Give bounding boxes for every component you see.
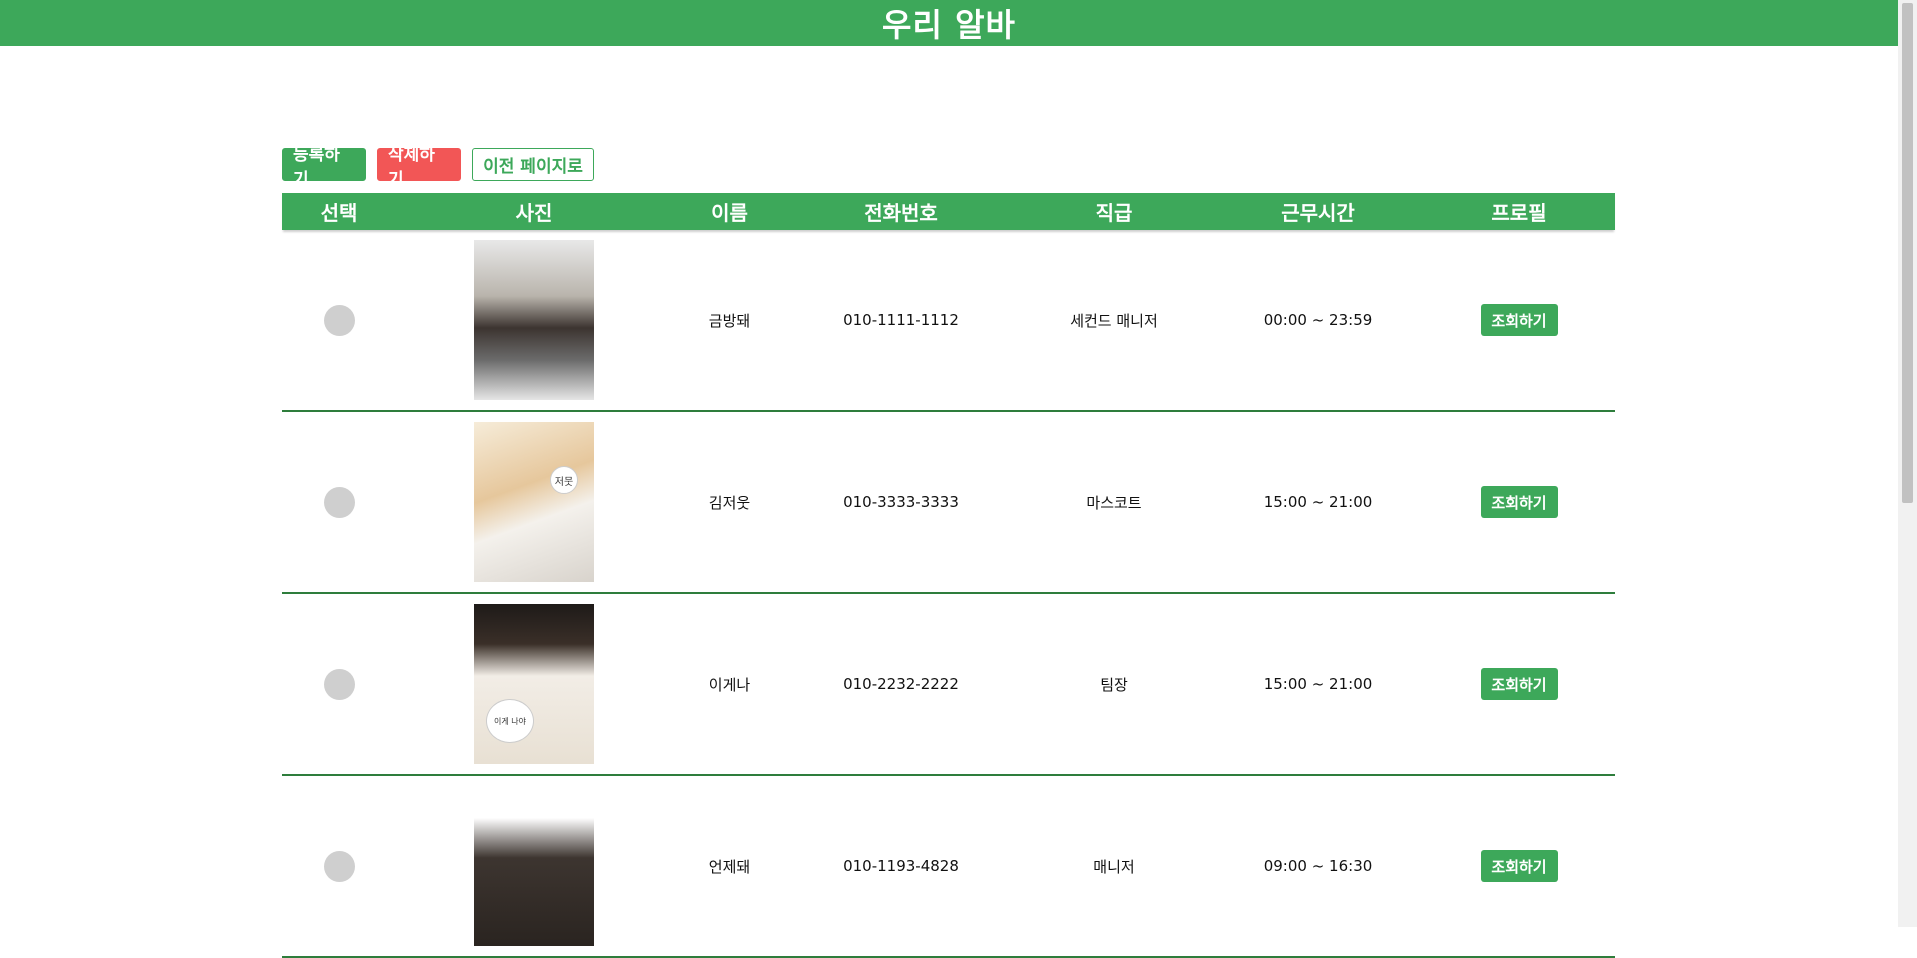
staff-hours: 09:00 ~ 16:30 bbox=[1263, 857, 1373, 875]
column-header-position: 직급 bbox=[1095, 201, 1133, 225]
staff-photo bbox=[474, 240, 594, 400]
staff-phone: 010-1193-4828 bbox=[843, 857, 959, 875]
page-scrollbar[interactable] bbox=[1898, 0, 1917, 927]
view-profile-button[interactable]: 조회하기 bbox=[1480, 668, 1558, 700]
staff-name: 김저웃 bbox=[708, 493, 751, 512]
staff-phone: 010-3333-3333 bbox=[843, 493, 959, 511]
staff-position: 세컨드 매니저 bbox=[1070, 311, 1158, 330]
staff-table: 선택 사진 이름 전화번호 직급 근무시간 프로필 금방돼 010-1111-1… bbox=[282, 193, 1615, 958]
table-row: 금방돼 010-1111-1112 세컨드 매니저 00:00 ~ 23:59 … bbox=[282, 230, 1615, 412]
view-profile-button[interactable]: 조회하기 bbox=[1480, 486, 1558, 518]
column-header-hours: 근무시간 bbox=[1281, 201, 1355, 225]
back-button[interactable]: 이전 페이지로 bbox=[472, 148, 594, 181]
view-profile-button[interactable]: 조회하기 bbox=[1480, 850, 1558, 882]
staff-position: 매니저 bbox=[1093, 857, 1135, 876]
column-header-photo: 사진 bbox=[515, 201, 553, 225]
view-profile-button[interactable]: 조회하기 bbox=[1480, 304, 1558, 336]
column-header-name: 이름 bbox=[711, 201, 748, 225]
staff-name: 금방돼 bbox=[708, 311, 751, 330]
table-row: 저뭇 김저웃 010-3333-3333 마스코트 15:00 ~ 21:00 … bbox=[282, 412, 1615, 594]
staff-phone: 010-2232-2222 bbox=[843, 675, 959, 693]
select-radio[interactable] bbox=[323, 486, 355, 518]
staff-name: 언제돼 bbox=[708, 857, 751, 876]
select-radio[interactable] bbox=[323, 850, 355, 882]
staff-position: 팀장 bbox=[1100, 675, 1128, 694]
column-header-select: 선택 bbox=[320, 201, 358, 225]
table-row: 이게 나야 이게나 010-2232-2222 팀장 15:00 ~ 21:00… bbox=[282, 594, 1615, 776]
column-header-profile: 프로필 bbox=[1491, 201, 1547, 225]
select-radio[interactable] bbox=[323, 304, 355, 336]
scrollbar-thumb[interactable] bbox=[1902, 3, 1913, 503]
staff-photo bbox=[474, 786, 594, 946]
table-row: 언제돼 010-1193-4828 매니저 09:00 ~ 16:30 조회하기 bbox=[282, 776, 1615, 958]
app-header: 우리 알바 bbox=[0, 0, 1898, 46]
page-title: 우리 알바 bbox=[882, 6, 1016, 44]
photo-caption: 저뭇 bbox=[550, 466, 578, 494]
staff-hours: 15:00 ~ 21:00 bbox=[1263, 493, 1373, 511]
staff-photo: 저뭇 bbox=[474, 422, 594, 582]
staff-phone: 010-1111-1112 bbox=[843, 311, 959, 329]
staff-hours: 15:00 ~ 21:00 bbox=[1263, 675, 1373, 693]
column-header-phone: 전화번호 bbox=[864, 201, 938, 225]
action-bar: 등록하기 삭제하기 이전 페이지로 bbox=[282, 145, 594, 190]
staff-hours: 00:00 ~ 23:59 bbox=[1263, 311, 1373, 329]
photo-caption: 이게 나야 bbox=[486, 699, 534, 743]
staff-position: 마스코트 bbox=[1086, 493, 1142, 512]
select-radio[interactable] bbox=[323, 668, 355, 700]
table-header: 선택 사진 이름 전화번호 직급 근무시간 프로필 bbox=[282, 193, 1615, 230]
staff-photo: 이게 나야 bbox=[474, 604, 594, 764]
staff-name: 이게나 bbox=[708, 675, 751, 694]
delete-button[interactable]: 삭제하기 bbox=[377, 145, 461, 190]
register-button[interactable]: 등록하기 bbox=[282, 145, 366, 190]
